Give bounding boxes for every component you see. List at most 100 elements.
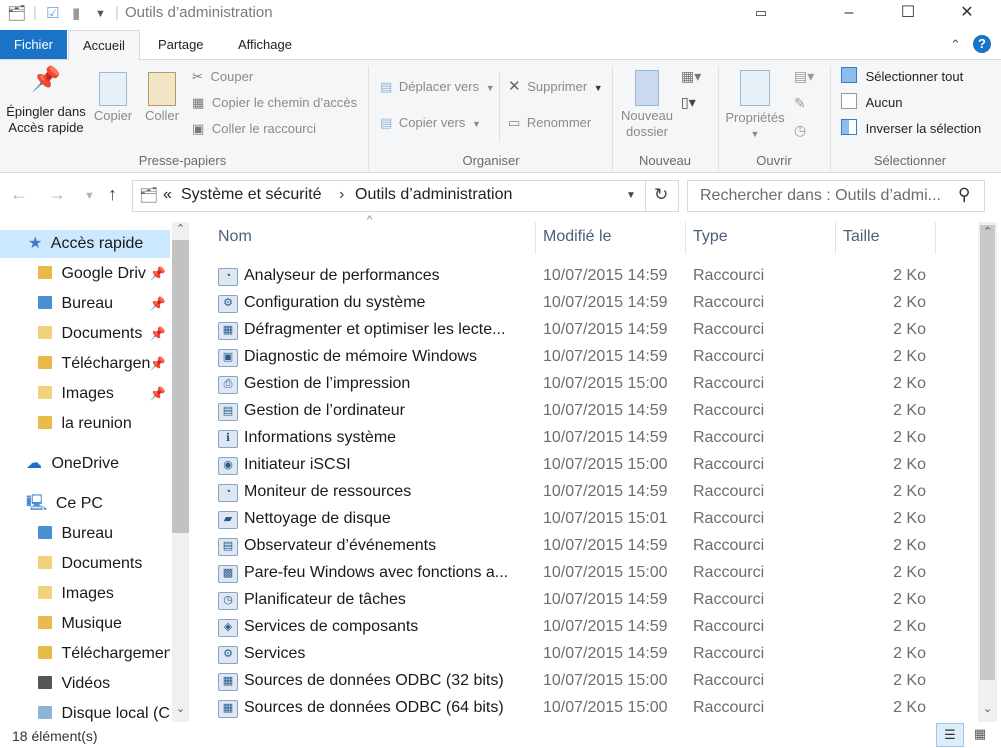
column-header-size[interactable]: Taille bbox=[843, 228, 879, 250]
open-icon[interactable]: ▤▾ bbox=[794, 68, 814, 85]
table-row[interactable]: ◷ Planificateur de tâches 10/07/2015 14:59… bbox=[214, 586, 934, 613]
breadcrumb-overflow[interactable]: « bbox=[163, 186, 172, 204]
rename-button[interactable]: ▭ Renommer bbox=[508, 113, 591, 133]
paste-shortcut-button[interactable]: ▣ Coller le raccourci bbox=[192, 119, 316, 139]
nav-pc-telechargements[interactable]: Téléchargemen bbox=[0, 640, 170, 668]
nav-item-bureau[interactable]: Bureau 📌 bbox=[0, 290, 170, 318]
column-divider[interactable] bbox=[935, 222, 936, 254]
large-icons-view-icon[interactable]: ▦ bbox=[967, 723, 993, 745]
new-item-icon[interactable]: ▦▾ bbox=[681, 68, 701, 85]
close-button[interactable]: ✕ bbox=[944, 0, 990, 28]
copy-path-button[interactable]: ▦ Copier le chemin d’accès bbox=[192, 93, 357, 113]
breadcrumb-parent[interactable]: Système et sécurité bbox=[181, 186, 322, 204]
scroll-down-icon[interactable]: ⌄ bbox=[983, 702, 992, 715]
nav-pc-musique[interactable]: Musique bbox=[0, 610, 170, 638]
minimize-button[interactable]: – bbox=[826, 0, 872, 28]
column-divider[interactable] bbox=[535, 222, 536, 254]
search-input[interactable] bbox=[698, 186, 952, 206]
column-header-type[interactable]: Type bbox=[693, 228, 728, 250]
address-dropdown-icon[interactable]: ▼ bbox=[626, 190, 636, 201]
nav-item-la-reunion[interactable]: la reunion bbox=[0, 410, 170, 438]
move-to-button[interactable]: ▤ Déplacer vers ▼ bbox=[380, 77, 495, 97]
table-row[interactable]: ▩ Pare-feu Windows avec fonctions a... 10/… bbox=[214, 559, 934, 586]
tab-accueil[interactable]: Accueil bbox=[68, 30, 140, 61]
delete-button[interactable]: ✕ Supprimer ▼ bbox=[508, 77, 603, 97]
breadcrumb-current[interactable]: Outils d’administration bbox=[355, 186, 512, 204]
scroll-down-icon[interactable]: ⌄ bbox=[176, 702, 185, 715]
select-none-button[interactable]: Aucun bbox=[841, 93, 903, 113]
nav-pc-images[interactable]: Images bbox=[0, 580, 170, 608]
copy-to-button[interactable]: ▤ Copier vers ▼ bbox=[380, 113, 481, 133]
nav-pc-documents[interactable]: Documents bbox=[0, 550, 170, 578]
easy-access-icon[interactable]: ▯▾ bbox=[681, 94, 696, 111]
address-bar[interactable]: 🗂 « Système et sécurité › Outils d’admin… bbox=[132, 180, 679, 212]
table-row[interactable]: ℹ Informations système 10/07/2015 14:59 Rac… bbox=[214, 424, 934, 451]
shortcut-icon: ⚙ bbox=[218, 646, 238, 664]
explorer-icon[interactable]: 🗂 bbox=[7, 4, 26, 22]
copy-button[interactable]: Copier bbox=[91, 72, 135, 124]
refresh-icon[interactable]: ↻ bbox=[654, 185, 668, 205]
back-arrow-icon[interactable]: ← bbox=[10, 184, 28, 205]
nav-item-google-drive[interactable]: Google Driv 📌 bbox=[0, 260, 170, 288]
table-row[interactable]: ▤ Observateur d’événements 10/07/2015 14:5… bbox=[214, 532, 934, 559]
column-header-name[interactable]: Nom bbox=[218, 228, 252, 250]
history-icon[interactable]: ◷ bbox=[794, 122, 806, 139]
table-row[interactable]: ▦ Défragmenter et optimiser les lecte... 1… bbox=[214, 316, 934, 343]
table-row[interactable]: ▤ Gestion de l’ordinateur 10/07/2015 14:59… bbox=[214, 397, 934, 424]
file-name: Observateur d’événements bbox=[244, 537, 437, 554]
up-arrow-icon[interactable]: ↑ bbox=[108, 184, 117, 205]
nav-item-telechargements[interactable]: Téléchargen 📌 bbox=[0, 350, 170, 378]
snap-icon[interactable]: ▭ bbox=[738, 0, 784, 28]
cut-button[interactable]: ✂ Couper bbox=[192, 67, 253, 87]
details-view-icon[interactable]: ☰ bbox=[936, 723, 964, 747]
tab-partage[interactable]: Partage bbox=[144, 30, 218, 59]
help-icon[interactable]: ? bbox=[973, 35, 991, 53]
forward-arrow-icon[interactable]: → bbox=[48, 184, 66, 205]
table-row[interactable]: ◔ Moniteur de ressources 10/07/2015 14:59 R… bbox=[214, 478, 934, 505]
nav-item-documents[interactable]: Documents 📌 bbox=[0, 320, 170, 348]
scroll-up-icon[interactable]: ⌃ bbox=[983, 225, 992, 238]
quick-access-dropdown-icon[interactable]: ▼ bbox=[95, 8, 106, 20]
table-row[interactable]: ⚙ Configuration du système 10/07/2015 14:5… bbox=[214, 289, 934, 316]
nav-quick-access[interactable]: ★ Accès rapide bbox=[0, 230, 170, 258]
table-row[interactable]: ▦ Sources de données ODBC (32 bits) 10/07/… bbox=[214, 667, 934, 694]
tab-affichage[interactable]: Affichage bbox=[224, 30, 306, 59]
properties-check-icon[interactable]: ☑ bbox=[46, 4, 59, 22]
table-row[interactable]: ▣ Diagnostic de mémoire Windows 10/07/2015… bbox=[214, 343, 934, 370]
file-size: 2 Ko bbox=[893, 699, 926, 716]
edit-icon[interactable]: ✎ bbox=[794, 95, 806, 112]
nav-onedrive[interactable]: ☁ OneDrive bbox=[0, 450, 170, 478]
table-row[interactable]: ◈ Services de composants 10/07/2015 14:59 R… bbox=[214, 613, 934, 640]
table-row[interactable]: ◉ Initiateur iSCSI 10/07/2015 15:00 Raccour… bbox=[214, 451, 934, 478]
table-row[interactable]: ◔ Analyseur de performances 10/07/2015 14:… bbox=[214, 262, 934, 289]
file-type: Raccourci bbox=[693, 348, 765, 365]
column-divider[interactable] bbox=[685, 222, 686, 254]
nav-item-images[interactable]: Images 📌 bbox=[0, 380, 170, 408]
invert-selection-button[interactable]: Inverser la sélection bbox=[841, 119, 981, 139]
tab-fichier[interactable]: Fichier bbox=[0, 30, 68, 59]
recent-dropdown-icon[interactable]: ▼ bbox=[84, 190, 95, 202]
table-row[interactable]: ⚙ Services 10/07/2015 14:59 Raccourci 2 Ko bbox=[214, 640, 934, 667]
column-header-modified[interactable]: Modifié le bbox=[543, 228, 611, 250]
list-scrollbar-thumb[interactable] bbox=[980, 225, 995, 680]
maximize-button[interactable]: ☐ bbox=[885, 0, 931, 28]
properties-button[interactable]: Propriétés ▼ bbox=[722, 70, 788, 142]
table-row[interactable]: ⎙ Gestion de l’impression 10/07/2015 15:00… bbox=[214, 370, 934, 397]
new-folder-button[interactable]: Nouveau dossier bbox=[616, 70, 678, 140]
collapse-ribbon-icon[interactable]: ⌃ bbox=[950, 37, 961, 53]
nav-this-pc[interactable]: 🖳 Ce PC bbox=[0, 490, 170, 518]
search-icon[interactable]: ⚲ bbox=[958, 185, 970, 205]
pin-quick-access-button[interactable]: 📌 Épingler dans Accès rapide bbox=[3, 68, 89, 136]
table-row[interactable]: ▰ Nettoyage de disque 10/07/2015 15:01 Racc… bbox=[214, 505, 934, 532]
nav-pc-bureau[interactable]: Bureau bbox=[0, 520, 170, 548]
file-type: Raccourci bbox=[693, 402, 765, 419]
scroll-up-icon[interactable]: ⌃ bbox=[176, 222, 185, 235]
nav-scrollbar-thumb[interactable] bbox=[172, 240, 189, 533]
search-box[interactable]: ⚲ bbox=[687, 180, 985, 212]
nav-pc-videos[interactable]: Vidéos bbox=[0, 670, 170, 698]
new-folder-quick-icon[interactable]: ▮ bbox=[72, 4, 80, 22]
table-row[interactable]: ▦ Sources de données ODBC (64 bits) 10/07/… bbox=[214, 694, 934, 721]
paste-button[interactable]: Coller bbox=[140, 72, 184, 124]
select-all-button[interactable]: Sélectionner tout bbox=[841, 67, 963, 87]
column-divider[interactable] bbox=[835, 222, 836, 254]
